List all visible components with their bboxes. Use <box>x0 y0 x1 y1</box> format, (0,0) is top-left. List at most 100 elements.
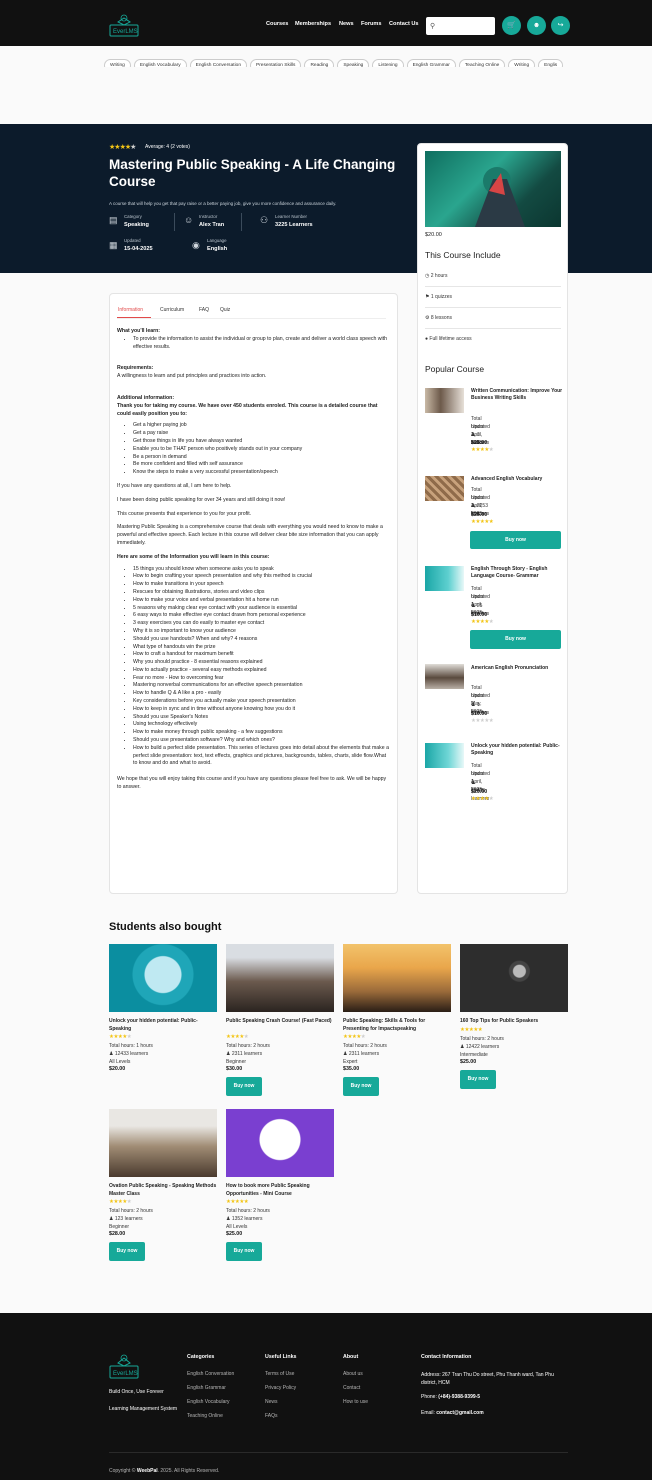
search-input[interactable]: ⚲ <box>426 17 495 35</box>
footer-link[interactable]: Terms of Use <box>265 1371 294 1377</box>
meta-updated-value: 15-04-2025 <box>124 246 153 252</box>
popular-course-title[interactable]: Unlock your hidden potential: Public-Spe… <box>471 743 563 757</box>
tag-writing[interactable]: Writing <box>104 59 131 67</box>
buy-now-button[interactable]: Buy now <box>343 1077 379 1096</box>
course-card[interactable]: Public Speaking Crash Course! (Fast Pace… <box>226 944 334 1096</box>
nav-forums[interactable]: Forums <box>361 21 382 27</box>
course-card-image <box>226 944 334 1012</box>
course-card-title[interactable]: Public Speaking: Skills & Tools for Pres… <box>343 1018 451 1033</box>
course-card-hours: Total hours: 1 hours <box>109 1043 153 1049</box>
popular-course-item[interactable]: Unlock your hidden potential: Public-Spe… <box>425 743 560 802</box>
meta-divider <box>174 213 175 231</box>
course-card[interactable]: How to book more Public Speaking Opportu… <box>226 1109 334 1261</box>
course-card-level: Expert <box>343 1059 358 1065</box>
course-card[interactable]: Public Speaking: Skills & Tools for Pres… <box>343 944 451 1096</box>
list-item: Why it is so important to know your audi… <box>133 628 390 636</box>
include-lessons: ⚙ 8 lessons <box>425 315 452 321</box>
buy-now-button[interactable]: Buy now <box>109 1242 145 1261</box>
tag-english-grammar[interactable]: English Grammar <box>406 59 456 67</box>
tab-faq[interactable]: FAQ <box>199 307 209 313</box>
footer-link[interactable]: Teaching Online <box>187 1413 223 1419</box>
footer-link[interactable]: How to use <box>343 1399 368 1405</box>
buy-now-button[interactable]: Buy now <box>470 630 561 649</box>
course-card-level: Intermediate <box>460 1051 488 1058</box>
tag-english-vocabulary[interactable]: English Vocabulary <box>133 59 187 67</box>
footer-link[interactable]: English Conversation <box>187 1371 234 1377</box>
popular-course-title[interactable]: American English Pronunciation <box>471 665 563 672</box>
instructor-icon: ☺ <box>184 215 194 225</box>
course-card-price: $20.00 <box>109 1066 126 1072</box>
course-card-hours: Total hours: 2 hours <box>343 1043 387 1049</box>
course-card[interactable]: 160 Top Tips for Public Speakers ★★★★★ Tot… <box>460 944 568 1089</box>
course-card-title[interactable]: 160 Top Tips for Public Speakers <box>460 1018 568 1026</box>
popular-course-title[interactable]: English Through Story - English Language… <box>471 566 563 580</box>
buy-now-button[interactable]: Buy now <box>460 1069 496 1089</box>
popular-course-title[interactable]: Written Communication: Improve Your Busi… <box>471 388 563 402</box>
list-item: Should you use presentation software? Wh… <box>133 737 390 745</box>
footer-link[interactable]: About us <box>343 1371 363 1377</box>
list-item: Rescues for obtaining illustrations, sto… <box>133 589 390 597</box>
footer-link[interactable]: Contact <box>343 1385 360 1391</box>
list-item: How to make transitions in your speech <box>133 581 390 589</box>
course-card-title[interactable]: Public Speaking Crash Course! (Fast Pace… <box>226 1018 334 1026</box>
buy-now-button[interactable]: Buy now <box>226 1077 262 1096</box>
list-item: Fear no more - How to overcoming fear <box>133 675 390 683</box>
course-card[interactable]: Unlock your hidden potential: Public-Spe… <box>109 944 217 1072</box>
footer-email[interactable]: Email: contact@gmail.com <box>421 1410 484 1416</box>
course-card-title[interactable]: How to book more Public Speaking Opportu… <box>226 1183 334 1198</box>
popular-course-item[interactable]: American English Pronunciation Total hou… <box>425 664 548 724</box>
user-button[interactable]: ☻ <box>527 16 546 35</box>
course-card-title[interactable]: Unlock your hidden potential: Public-Spe… <box>109 1018 217 1033</box>
meta-divider <box>241 213 242 231</box>
course-card[interactable]: Ovation Public Speaking - Speaking Metho… <box>109 1109 217 1261</box>
site-logo[interactable]: EverLMS <box>109 12 139 38</box>
list-item: How to make your voice and verbal presen… <box>133 597 390 605</box>
include-divider <box>425 307 561 308</box>
tag-english-conversation[interactable]: English Conversation <box>189 59 247 67</box>
popular-course-item[interactable]: Written Communication: Improve Your Busi… <box>425 388 562 453</box>
tab-information[interactable]: Information <box>118 307 143 313</box>
course-card-price: $25.00 <box>460 1058 477 1065</box>
footer-link[interactable]: English Grammar <box>187 1385 226 1391</box>
logout-button[interactable]: ↪ <box>551 16 570 35</box>
nav-news[interactable]: News <box>339 21 354 27</box>
tag-teaching-online[interactable]: Teaching Online <box>458 59 506 67</box>
tag-english[interactable]: Englis <box>538 59 564 67</box>
footer-logo[interactable]: EverLMS <box>109 1352 139 1380</box>
tag-speaking[interactable]: Speaking <box>337 59 370 67</box>
tag-listening[interactable]: Listening <box>372 59 404 67</box>
tag-writing-2[interactable]: Writing <box>508 59 536 67</box>
popular-course-item[interactable]: English Through Story - English Language… <box>425 566 561 649</box>
footer-link[interactable]: FAQs <box>265 1413 278 1419</box>
tag-presentation-skills[interactable]: Presentation Skills <box>250 59 302 67</box>
meta-language-value: English <box>207 246 228 252</box>
buy-now-button[interactable]: Buy now <box>226 1242 262 1261</box>
paragraph: If you have any questions at all, I am h… <box>117 482 232 489</box>
course-card-level: All Levels <box>226 1224 248 1230</box>
popular-course-item[interactable]: Advanced English Vocabulary Total hours:… <box>425 476 561 549</box>
list-item: What type of handouts win the prize <box>133 644 390 652</box>
tab-quiz[interactable]: Quiz <box>220 307 230 313</box>
course-card-title[interactable]: Ovation Public Speaking - Speaking Metho… <box>109 1183 217 1198</box>
popular-course-title[interactable]: Advanced English Vocabulary <box>471 476 563 483</box>
footer-link[interactable]: News <box>265 1399 278 1405</box>
list-item: Key considerations before you actually m… <box>133 698 390 706</box>
footer-link[interactable]: English Vocabulary <box>187 1399 230 1405</box>
nav-contact[interactable]: Contact Us <box>389 21 419 27</box>
cart-button[interactable]: 🛒 <box>502 16 521 35</box>
tab-curriculum[interactable]: Curriculum <box>160 307 184 313</box>
nav-courses[interactable]: Courses <box>266 21 288 27</box>
meta-learners-value: 3225 Learners <box>275 222 313 228</box>
list-item: 5 reasons why making clear eye contact w… <box>133 605 390 613</box>
tag-reading[interactable]: Reading <box>304 59 335 67</box>
nav-memberships[interactable]: Memberships <box>295 21 331 27</box>
course-card-image <box>343 944 451 1012</box>
list-item: Enable you to be THAT person who positiv… <box>133 446 390 454</box>
buy-now-button[interactable]: Buy now <box>470 531 561 549</box>
hero-rating-text: Average: 4 (2 votes) <box>145 144 190 150</box>
logout-icon: ↪ <box>557 22 564 29</box>
information-content: What you'll learn: To provide the inform… <box>117 328 390 792</box>
course-include-title: This Course Include <box>425 250 501 260</box>
footer-link[interactable]: Privacy Policy <box>265 1385 296 1391</box>
course-card-rating: ★★★★★ <box>109 1199 132 1205</box>
